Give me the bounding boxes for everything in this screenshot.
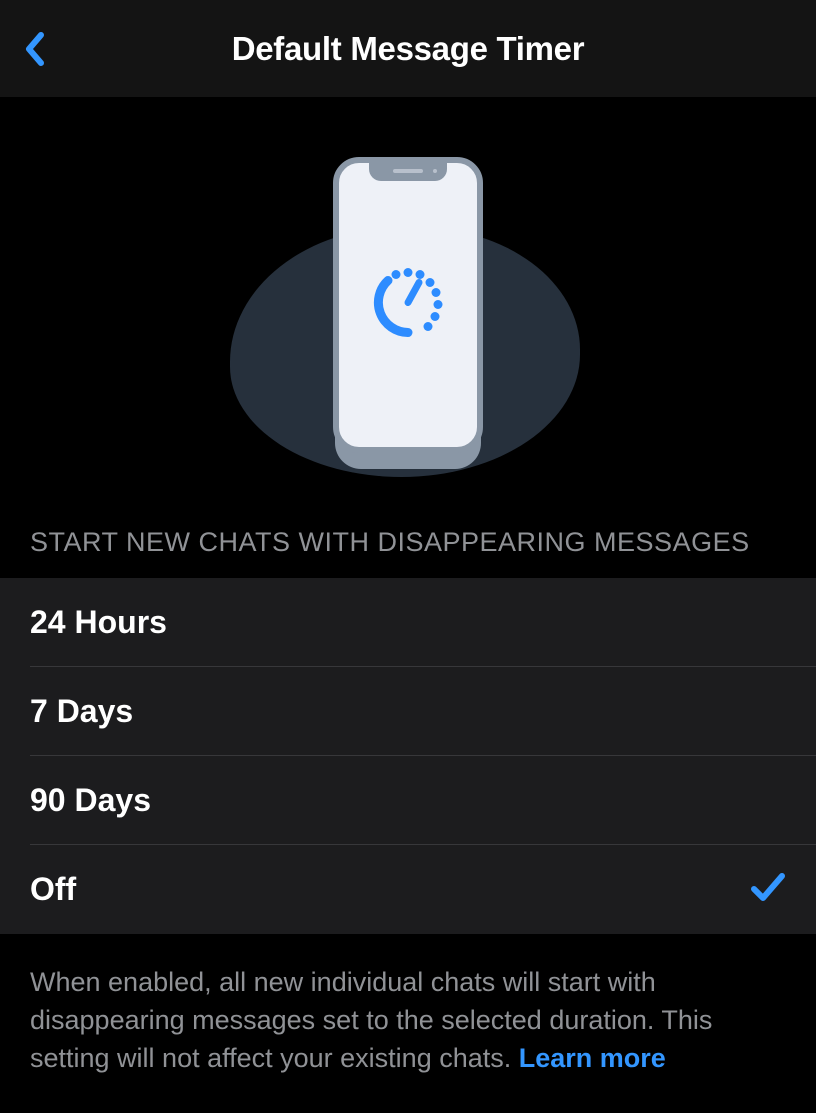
timer-icon <box>366 261 450 350</box>
back-button[interactable] <box>14 29 54 69</box>
option-label: 24 Hours <box>30 604 167 641</box>
phone-illustration <box>333 157 483 457</box>
option-7-days[interactable]: 7 Days <box>0 667 816 756</box>
section-header: START NEW CHATS WITH DISAPPEARING MESSAG… <box>0 527 816 578</box>
option-90-days[interactable]: 90 Days <box>0 756 816 845</box>
option-label: 7 Days <box>30 693 133 730</box>
header-bar: Default Message Timer <box>0 0 816 97</box>
option-label: 90 Days <box>30 782 151 819</box>
illustration-area <box>0 97 816 527</box>
option-24-hours[interactable]: 24 Hours <box>0 578 816 667</box>
page-title: Default Message Timer <box>0 30 816 68</box>
option-label: Off <box>30 871 76 908</box>
learn-more-link[interactable]: Learn more <box>519 1043 666 1073</box>
options-list: 24 Hours 7 Days 90 Days Off <box>0 578 816 934</box>
footer-description: When enabled, all new individual chats w… <box>0 934 816 1077</box>
checkmark-icon <box>750 871 786 908</box>
option-off[interactable]: Off <box>0 845 816 934</box>
back-chevron-icon <box>23 31 45 67</box>
